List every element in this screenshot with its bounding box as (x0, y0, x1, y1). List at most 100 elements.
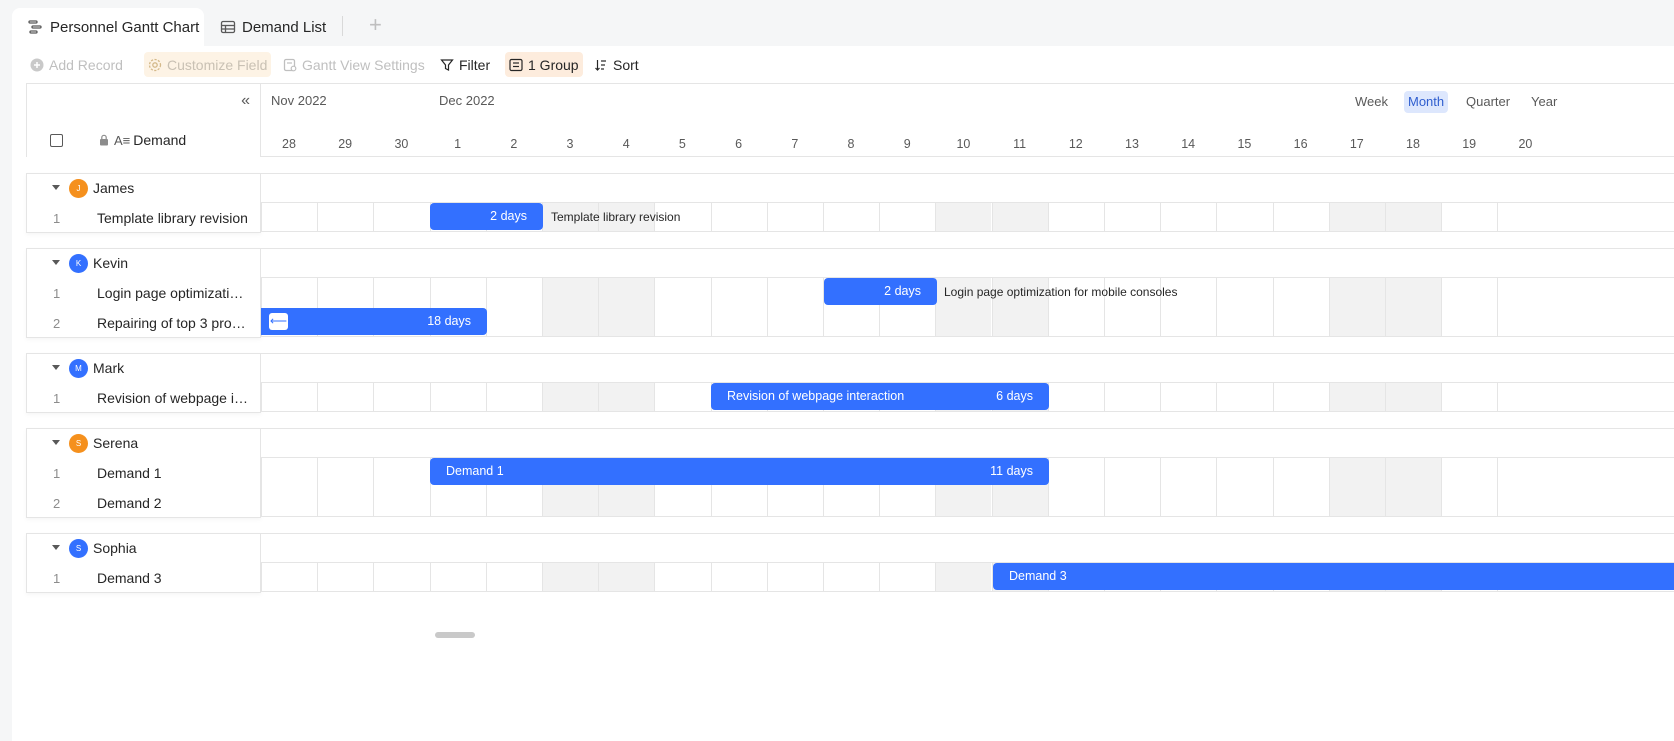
timeline-cell[interactable] (1441, 203, 1497, 231)
task-bar-demand-3[interactable]: Demand 3 (993, 563, 1674, 590)
timeline-cell[interactable] (317, 458, 373, 516)
timeline-cell[interactable] (1328, 383, 1385, 411)
demand-column-header[interactable]: A≡ Demand (99, 132, 186, 148)
timeline-cell[interactable] (317, 563, 373, 591)
timeline-cell[interactable] (261, 383, 317, 411)
timeline-cell[interactable] (1385, 383, 1441, 411)
timeline-cell[interactable] (1497, 278, 1553, 336)
timeline-cell[interactable] (1104, 383, 1160, 411)
caret-down-icon[interactable] (52, 260, 60, 265)
timeline-cell[interactable] (429, 563, 486, 591)
caret-down-icon[interactable] (52, 185, 60, 190)
add-record-button[interactable]: Add Record (26, 52, 127, 77)
timeline-cell[interactable] (766, 203, 823, 231)
tab-demand-list[interactable]: Demand List (220, 8, 335, 46)
collapse-icon[interactable]: « (241, 92, 250, 110)
sort-button[interactable]: Sort (590, 52, 643, 77)
scale-year[interactable]: Year (1527, 91, 1561, 113)
timeline-cell[interactable] (542, 383, 598, 411)
timeline-cell[interactable] (1497, 458, 1553, 516)
select-all-checkbox[interactable] (50, 134, 63, 147)
task-bar-template-library[interactable]: 2 days (430, 203, 543, 230)
caret-down-icon[interactable] (52, 440, 60, 445)
timeline-cell[interactable] (542, 563, 598, 591)
timeline-cell[interactable] (429, 383, 486, 411)
timeline-cell[interactable] (1441, 458, 1497, 516)
list-item[interactable]: 1 Revision of webpage interaction (27, 383, 260, 413)
timeline-cell[interactable] (1160, 458, 1216, 516)
timeline-cell[interactable] (1328, 278, 1385, 336)
group-button[interactable]: 1 Group (505, 52, 583, 77)
timeline-cell[interactable] (1497, 203, 1553, 231)
timeline-cell[interactable] (598, 278, 655, 336)
filter-button[interactable]: Filter (436, 52, 494, 77)
timeline-cell[interactable] (1272, 278, 1329, 336)
timeline-cell[interactable] (935, 563, 992, 591)
timeline-cell[interactable] (317, 203, 373, 231)
scale-quarter[interactable]: Quarter (1462, 91, 1514, 113)
task-bar-webpage-interaction[interactable]: Revision of webpage interaction 6 days (711, 383, 1049, 410)
timeline-cell[interactable] (1104, 458, 1160, 516)
timeline-cell[interactable] (1216, 383, 1272, 411)
timeline-cell[interactable] (1160, 203, 1216, 231)
timeline-cell[interactable] (485, 383, 542, 411)
timeline-cell[interactable] (261, 203, 317, 231)
timeline-cell[interactable] (1441, 383, 1497, 411)
caret-down-icon[interactable] (52, 545, 60, 550)
timeline-cell[interactable] (1328, 458, 1385, 516)
timeline-cell[interactable] (317, 383, 373, 411)
timeline-cell[interactable] (1385, 203, 1441, 231)
task-bar-demand-1[interactable]: Demand 1 11 days (430, 458, 1049, 485)
timeline-cell[interactable] (1047, 383, 1104, 411)
timeline-cell[interactable] (1104, 203, 1160, 231)
list-item[interactable]: 1 Demand 3 (27, 563, 260, 593)
timeline-cell[interactable] (710, 563, 767, 591)
timeline-cell[interactable] (1328, 203, 1385, 231)
timeline-cell[interactable] (823, 203, 879, 231)
scale-week[interactable]: Week (1351, 91, 1392, 113)
timeline-cell[interactable] (485, 563, 542, 591)
timeline-cell[interactable] (1216, 278, 1272, 336)
timeline-cell[interactable] (373, 383, 429, 411)
timeline-cell[interactable] (1272, 203, 1329, 231)
timeline-cell[interactable] (879, 563, 935, 591)
timeline-cell[interactable] (1441, 278, 1497, 336)
group-header[interactable]: J James (27, 174, 260, 203)
list-item[interactable]: 2 Repairing of top 3 problems (27, 308, 260, 338)
timeline-cell[interactable] (766, 278, 823, 336)
timeline-cell[interactable] (1272, 458, 1329, 516)
timeline-cell[interactable] (1385, 458, 1441, 516)
list-item[interactable]: 1 Demand 1 (27, 458, 260, 488)
timeline-cell[interactable] (1047, 458, 1104, 516)
scale-month[interactable]: Month (1404, 91, 1449, 113)
timeline-cell[interactable] (1216, 458, 1272, 516)
tab-personnel-gantt-chart[interactable]: Personnel Gantt Chart (12, 8, 204, 46)
timeline-cell[interactable] (879, 203, 935, 231)
timeline-cell[interactable] (1272, 383, 1329, 411)
timeline-cell[interactable] (373, 203, 429, 231)
group-header[interactable]: K Kevin (27, 249, 260, 278)
group-header[interactable]: M Mark (27, 354, 260, 383)
timeline-cell[interactable] (261, 458, 317, 516)
timeline-cell[interactable] (654, 383, 710, 411)
timeline-cell[interactable] (823, 563, 879, 591)
timeline-cell[interactable] (485, 278, 542, 336)
timeline-cell[interactable] (710, 203, 767, 231)
timeline-cell[interactable] (766, 563, 823, 591)
timeline-cell[interactable] (373, 458, 429, 516)
task-bar-repairing[interactable]: ⟵ 18 days (261, 308, 487, 335)
timeline-cell[interactable] (1160, 383, 1216, 411)
caret-down-icon[interactable] (52, 365, 60, 370)
timeline-cell[interactable] (1385, 278, 1441, 336)
timeline-cell[interactable] (261, 563, 317, 591)
horizontal-scrollbar[interactable] (435, 632, 475, 638)
timeline-cell[interactable] (373, 563, 429, 591)
list-item[interactable]: 2 Demand 2 (27, 488, 260, 518)
timeline-cell[interactable] (991, 203, 1048, 231)
group-header[interactable]: S Serena (27, 429, 260, 458)
timeline-cell[interactable] (654, 278, 710, 336)
timeline-cell[interactable] (1497, 383, 1553, 411)
task-bar-login-page[interactable]: 2 days (824, 278, 937, 305)
timeline-cell[interactable] (542, 278, 598, 336)
timeline-cell[interactable] (654, 563, 710, 591)
